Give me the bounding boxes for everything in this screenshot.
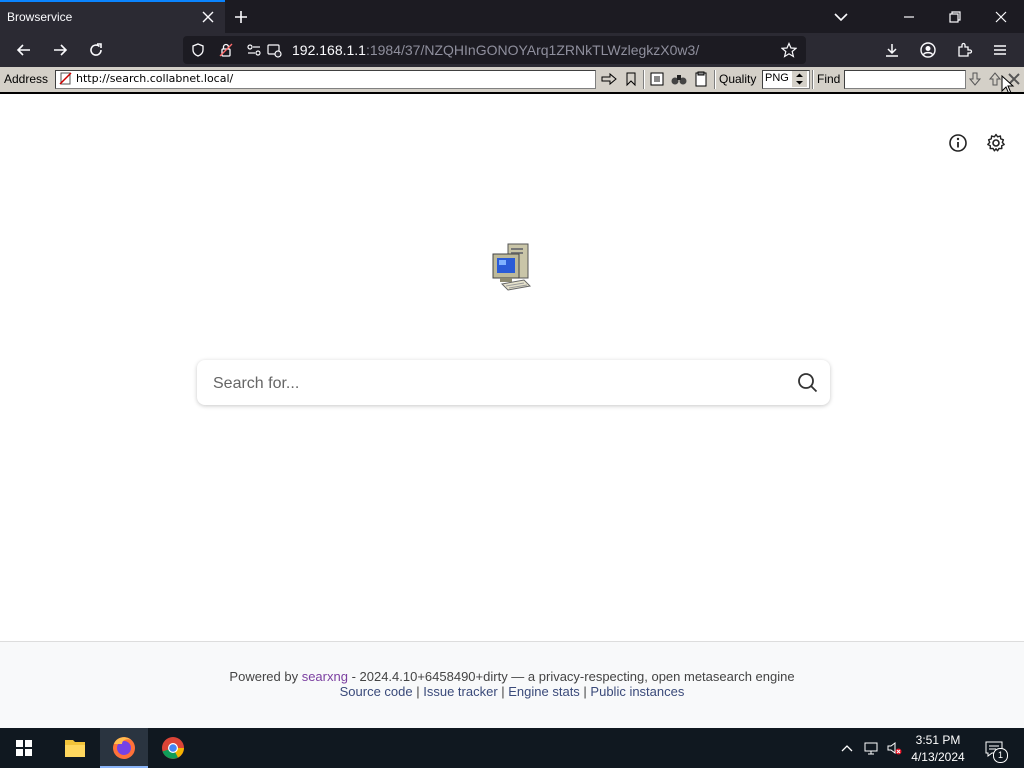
tab-strip: Browservice xyxy=(0,0,1024,33)
computer-logo-icon xyxy=(492,243,532,291)
clipboard-icon[interactable] xyxy=(692,70,710,88)
searxng-link[interactable]: searxng xyxy=(302,669,348,684)
insecure-lock-icon[interactable] xyxy=(218,42,234,58)
separator xyxy=(812,70,813,89)
chrome-icon[interactable] xyxy=(149,728,197,768)
footer-links: Source code | Issue tracker | Engine sta… xyxy=(0,684,1024,699)
address-value[interactable]: http://search.collabnet.local/ xyxy=(76,72,233,85)
search-input[interactable] xyxy=(211,360,775,407)
settings-gear-icon[interactable] xyxy=(986,133,1006,153)
footer-powered-line: Powered by searxng - 2024.4.10+6458490+d… xyxy=(0,669,1024,684)
firefox-taskbar-item[interactable] xyxy=(100,728,148,768)
back-icon[interactable] xyxy=(15,41,33,59)
footer: Powered by searxng - 2024.4.10+6458490+d… xyxy=(0,641,1024,729)
reload-icon[interactable] xyxy=(87,41,105,59)
search-box xyxy=(197,360,830,407)
version-text: - 2024.4.10+6458490+dirty — a privacy-re… xyxy=(347,669,795,684)
windows-start-icon[interactable] xyxy=(0,728,48,768)
separator xyxy=(643,70,644,89)
find-label: Find xyxy=(817,72,841,86)
file-explorer-icon[interactable] xyxy=(51,728,99,768)
stop-page-icon[interactable] xyxy=(648,70,666,88)
chevron-down-icon[interactable] xyxy=(832,8,850,26)
close-window-icon[interactable] xyxy=(992,8,1010,26)
info-icon[interactable] xyxy=(948,133,968,153)
account-icon[interactable] xyxy=(919,41,937,59)
url-host: 192.168.1.1 xyxy=(292,42,366,58)
volume-muted-icon[interactable] xyxy=(886,740,902,756)
restore-icon[interactable] xyxy=(946,8,964,26)
chevron-up-icon[interactable] xyxy=(839,740,855,756)
network-icon[interactable] xyxy=(863,740,879,756)
tab-browservice[interactable]: Browservice xyxy=(0,0,225,33)
link-separator: | xyxy=(579,684,591,699)
menu-icon[interactable] xyxy=(991,41,1009,59)
tab-title: Browservice xyxy=(7,10,73,24)
link-separator: | xyxy=(412,684,424,699)
quality-label: Quality xyxy=(719,72,757,86)
public-instances-link[interactable]: Public instances xyxy=(590,684,684,699)
bookmark-icon[interactable] xyxy=(622,70,640,88)
go-arrow-icon[interactable] xyxy=(600,70,618,88)
engine-stats-link[interactable]: Engine stats xyxy=(508,684,580,699)
address-label: Address xyxy=(4,72,49,86)
issue-tracker-link[interactable]: Issue tracker xyxy=(423,684,497,699)
link-separator: | xyxy=(497,684,509,699)
new-tab-icon[interactable] xyxy=(232,8,250,26)
powered-by-text: Powered by xyxy=(229,669,299,684)
forward-icon[interactable] xyxy=(51,41,69,59)
url-text[interactable]: 192.168.1.1:1984/37/NZQHInGONOYArq1ZRNkT… xyxy=(292,42,699,58)
extensions-icon[interactable] xyxy=(955,41,973,59)
find-field[interactable] xyxy=(844,70,966,89)
quality-spinner-icon[interactable] xyxy=(792,71,807,87)
quality-value: PNG xyxy=(765,72,789,84)
firefox-icon xyxy=(113,737,135,759)
binoculars-icon[interactable] xyxy=(670,70,688,88)
insecure-page-icon xyxy=(59,72,72,85)
close-tab-icon[interactable] xyxy=(200,9,216,25)
bookmark-star-icon[interactable] xyxy=(781,42,797,58)
minimize-icon[interactable] xyxy=(900,8,918,26)
search-icon[interactable] xyxy=(797,372,818,393)
system-clock[interactable]: 3:51 PM 4/13/2024 xyxy=(906,732,970,766)
shield-icon[interactable] xyxy=(190,42,206,58)
notification-count-badge: 1 xyxy=(993,748,1008,763)
page-icon[interactable] xyxy=(266,42,282,58)
clock-date: 4/13/2024 xyxy=(911,750,965,764)
find-next-icon[interactable] xyxy=(966,70,984,88)
separator xyxy=(714,70,715,89)
clock-time: 3:51 PM xyxy=(915,733,961,747)
source-code-link[interactable]: Source code xyxy=(340,684,413,699)
permissions-icon[interactable] xyxy=(246,42,262,58)
downloads-icon[interactable] xyxy=(883,41,901,59)
url-path: :1984/37/NZQHInGONOYArq1ZRNkTLWzlegkzX0w… xyxy=(365,42,700,58)
active-tab-indicator xyxy=(0,0,225,2)
